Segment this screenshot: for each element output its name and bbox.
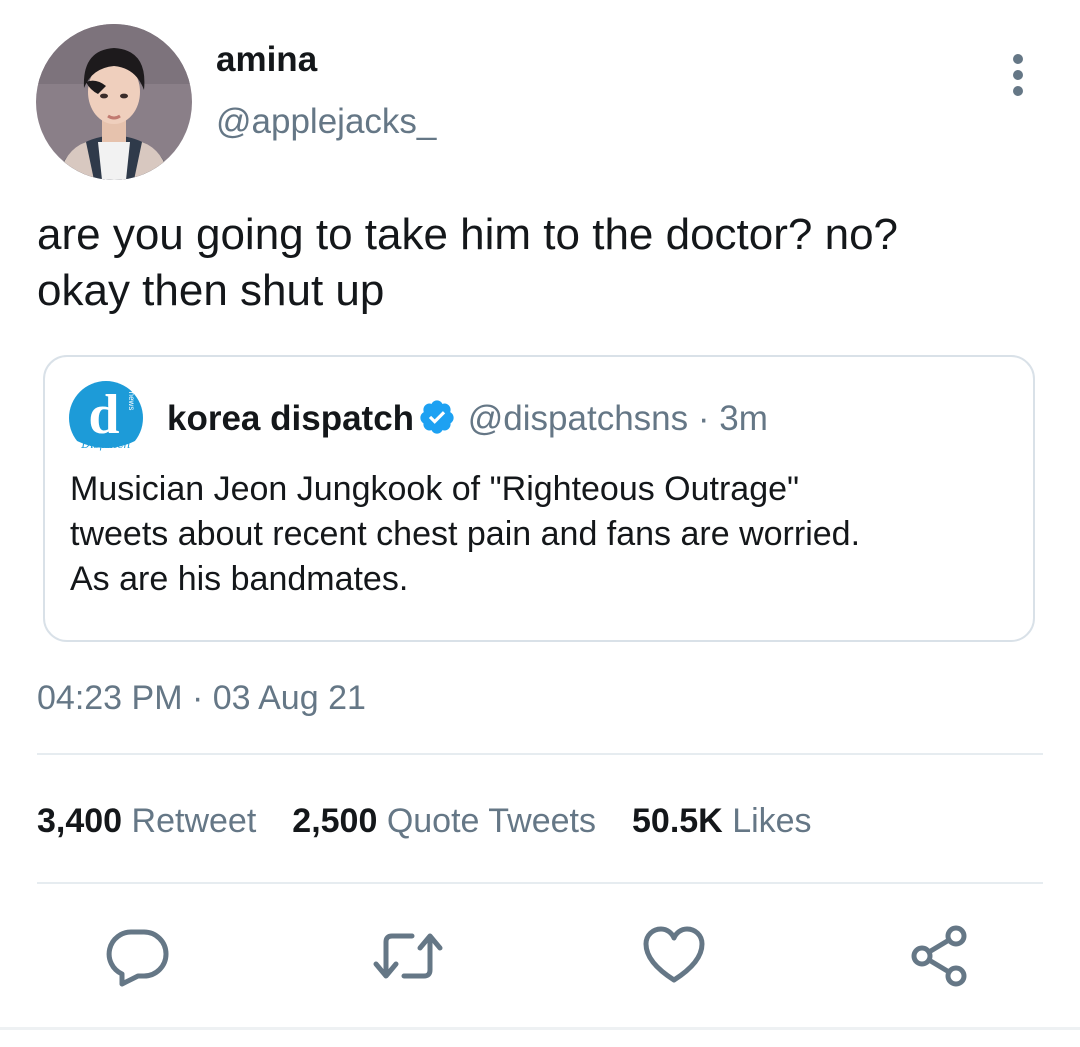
quoted-tweet-text: Musician Jeon Jungkook of "Righteous Out…: [70, 467, 1010, 602]
share-button[interactable]: [908, 924, 972, 988]
dispatch-logo-badge: news: [127, 392, 136, 411]
reply-button[interactable]: [106, 924, 170, 988]
quoted-tweet-text-line: tweets about recent chest pain and fans …: [70, 515, 861, 553]
author-avatar[interactable]: [36, 24, 192, 180]
quoted-tweet-time: · 3m: [697, 399, 768, 438]
author-handle[interactable]: @applejacks_: [216, 100, 436, 144]
verified-badge-icon: [418, 398, 456, 436]
quoted-tweet-text-line: As are his bandmates.: [70, 560, 409, 598]
quoted-tweet-header: korea dispatch @dispatchsns · 3m: [167, 397, 768, 441]
tweet-timestamp[interactable]: 04:23 PM · 03 Aug 21: [37, 677, 366, 719]
tweet-text: are you going to take him to the doctor?…: [37, 207, 1047, 319]
tweet-text-line: okay then shut up: [37, 266, 385, 315]
retweet-count: 3,400: [37, 802, 123, 840]
like-button[interactable]: [642, 924, 706, 988]
quote-label: Quote Tweets: [386, 802, 596, 840]
dispatch-logo-script: Dispatch: [80, 438, 130, 451]
quoted-tweet-text-line: Musician Jeon Jungkook of "Righteous Out…: [70, 470, 800, 508]
tweet-stats: 3,400 Retweet 2,500 Quote Tweets 50.5K Lik…: [37, 800, 848, 842]
quote-count-link[interactable]: 2,500 Quote Tweets: [292, 800, 596, 842]
quoted-tweet-card[interactable]: d news Dispatch korea dispatch @dispatch…: [43, 355, 1035, 642]
divider: [37, 753, 1043, 755]
heart-icon: [643, 926, 705, 983]
like-label: Likes: [732, 802, 812, 840]
retweet-label: Retweet: [131, 802, 257, 840]
quote-count: 2,500: [292, 802, 378, 840]
quoted-tweet-display-name: korea dispatch: [167, 399, 415, 438]
divider: [37, 882, 1043, 884]
dispatch-logo-letter: d: [88, 384, 119, 446]
retweet-count-link[interactable]: 3,400 Retweet: [37, 800, 256, 842]
like-count: 50.5K: [632, 802, 723, 840]
quoted-tweet-handle: @dispatchsns: [467, 399, 689, 438]
retweet-button[interactable]: [372, 924, 444, 988]
bottom-divider: [0, 1027, 1080, 1030]
more-options-icon[interactable]: [996, 50, 1040, 100]
tweet-text-line: are you going to take him to the doctor?…: [37, 210, 899, 259]
reply-icon: [106, 929, 169, 987]
author-display-name[interactable]: amina: [216, 38, 317, 82]
share-icon: [911, 925, 967, 987]
avatar-photo: [36, 24, 192, 180]
retweet-icon: [373, 933, 443, 979]
like-count-link[interactable]: 50.5K Likes: [632, 800, 812, 842]
quoted-tweet-avatar[interactable]: d news Dispatch: [69, 381, 143, 455]
